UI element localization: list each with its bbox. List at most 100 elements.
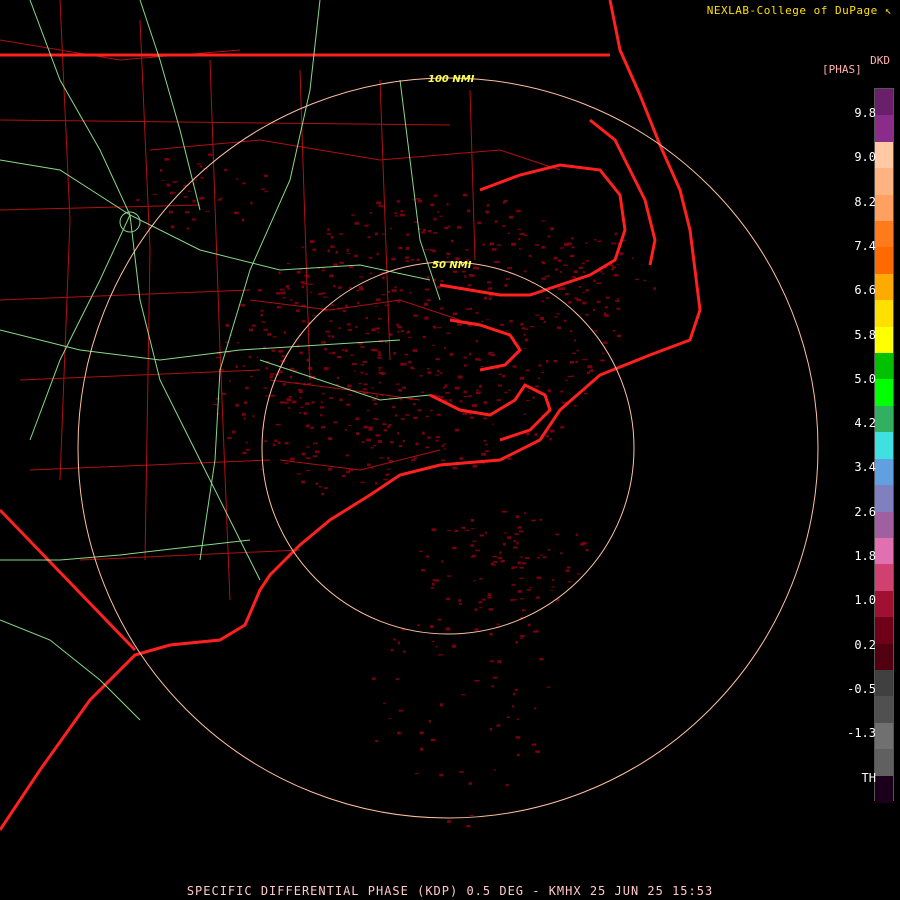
echo-pixel [250,375,254,377]
echo-pixel [446,332,451,335]
echo-pixel [431,528,437,532]
echo-pixel [611,266,616,269]
echo-pixel [299,406,305,408]
color-scale-label: TH [861,770,876,785]
echo-pixel [524,512,527,515]
echo-pixel [397,641,401,645]
echo-pixel [489,727,493,731]
echo-pixel [504,532,508,534]
echo-pixel [448,399,453,402]
echo-pixel [339,398,343,402]
echo-pixel [507,232,511,234]
echo-pixel [301,320,306,323]
echo-pixel [329,320,333,322]
echo-pixel [424,316,429,318]
echo-pixel [412,349,418,352]
echo-pixel [435,358,440,361]
echo-pixel [481,320,484,323]
echo-pixel [543,320,546,323]
echo-pixel [515,641,518,644]
echo-pixel [553,360,558,363]
echo-pixel [236,178,239,180]
echo-pixel [613,274,619,277]
echo-pixel [563,264,568,266]
echo-pixel [565,569,570,572]
echo-pixel [446,256,449,259]
echo-pixel [556,326,561,329]
echo-pixel [541,220,545,222]
echo-pixel [360,346,365,348]
echo-pixel [382,276,385,280]
echo-pixel [576,298,582,302]
echo-pixel [483,439,487,442]
echo-pixel [522,609,526,612]
echo-pixel [497,660,502,664]
echo-pixel [421,569,425,572]
echo-pixel [402,440,405,443]
echo-pixel [463,356,467,359]
echo-pixel [269,375,273,379]
echo-pixel [653,287,656,290]
echo-pixel [352,363,357,366]
echo-pixel [479,577,483,580]
echo-pixel [355,325,358,328]
echo-pixel [407,336,412,338]
echo-pixel [446,203,449,206]
echo-pixel [374,305,378,307]
echo-pixel [318,293,322,295]
echo-pixel [451,644,457,648]
echo-pixel [217,199,221,201]
echo-pixel [421,231,426,234]
echo-pixel [417,624,420,627]
echo-pixel [501,375,505,378]
echo-pixel [371,387,375,389]
echo-pixel [462,412,467,415]
echo-pixel [519,577,524,579]
echo-pixel [283,401,289,404]
echo-pixel [361,441,365,443]
echo-pixel [301,246,305,248]
echo-pixel [569,255,574,257]
echo-pixel [491,685,495,688]
echo-pixel [519,635,525,637]
echo-pixel [517,228,522,230]
echo-pixel [296,270,301,274]
echo-pixel [358,286,363,289]
echo-pixel [534,385,540,388]
echo-pixel [402,363,407,366]
echo-pixel [439,773,444,777]
echo-pixel [468,395,472,398]
echo-pixel [289,457,295,461]
echo-pixel [498,373,502,375]
echo-pixel [289,367,295,370]
echo-pixel [602,352,605,355]
echo-pixel [377,356,382,359]
echo-pixel [380,205,384,207]
color-scale-segment [875,511,893,539]
echo-pixel [421,431,425,435]
echo-pixel [504,284,508,287]
echo-pixel [320,401,323,403]
echo-pixel [362,388,367,391]
echo-pixel [459,400,463,403]
echo-pixel [571,237,574,240]
echo-pixel [297,388,303,392]
echo-pixel [547,235,551,238]
echo-pixel [321,426,325,429]
echo-pixel [535,314,540,316]
echo-pixel [519,247,521,250]
echo-pixel [476,391,481,394]
echo-pixel [383,478,388,481]
echo-pixel [414,221,418,223]
echo-pixel [288,396,292,398]
echo-pixel [263,174,268,177]
echo-pixel [374,232,378,236]
echo-pixel [310,426,314,429]
echo-pixel [305,457,311,460]
echo-pixel [431,582,435,586]
echo-pixel [415,442,419,446]
echo-pixel [556,313,560,315]
echo-pixel [241,412,246,416]
echo-pixel [398,389,402,392]
echo-pixel [502,510,507,513]
